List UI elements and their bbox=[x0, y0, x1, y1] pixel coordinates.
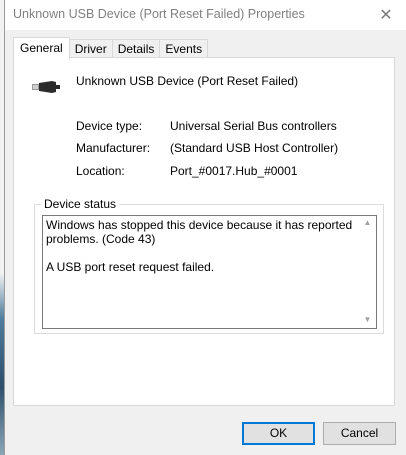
cancel-button[interactable]: Cancel bbox=[323, 422, 396, 445]
location-value: Port_#0017.Hub_#0001 bbox=[170, 164, 298, 178]
properties-dialog: Unknown USB Device (Port Reset Failed) P… bbox=[4, 0, 406, 455]
tab-general[interactable]: General bbox=[13, 37, 70, 60]
manufacturer-label: Manufacturer: bbox=[76, 141, 151, 155]
location-label: Location: bbox=[76, 164, 125, 178]
window-title: Unknown USB Device (Port Reset Failed) P… bbox=[13, 7, 305, 21]
device-type-value: Universal Serial Bus controllers bbox=[170, 119, 337, 133]
device-status-textbox[interactable]: Windows has stopped this device because … bbox=[42, 215, 377, 329]
status-scrollbar[interactable]: ▲ ▼ bbox=[359, 216, 376, 328]
device-type-label: Device type: bbox=[76, 119, 143, 133]
general-tab-panel: Unknown USB Device (Port Reset Failed) D… bbox=[13, 57, 395, 406]
device-status-text: Windows has stopped this device because … bbox=[46, 218, 353, 274]
device-status-legend: Device status bbox=[41, 197, 120, 211]
tab-driver[interactable]: Driver bbox=[68, 39, 113, 59]
scroll-down-icon[interactable]: ▼ bbox=[362, 315, 373, 325]
scroll-up-icon[interactable]: ▲ bbox=[362, 218, 373, 228]
ok-button[interactable]: OK bbox=[242, 422, 315, 445]
usb-connector-icon bbox=[32, 81, 60, 93]
manufacturer-value: (Standard USB Host Controller) bbox=[170, 141, 339, 155]
title-bar[interactable]: Unknown USB Device (Port Reset Failed) P… bbox=[5, 0, 406, 30]
tab-details[interactable]: Details bbox=[111, 39, 161, 59]
device-status-group: Device status Windows has stopped this d… bbox=[34, 197, 384, 334]
tab-events[interactable]: Events bbox=[159, 39, 209, 59]
close-icon: ✕ bbox=[379, 7, 393, 24]
close-button[interactable]: ✕ bbox=[371, 3, 401, 27]
tab-strip: General Driver Details Events bbox=[13, 37, 209, 60]
device-name: Unknown USB Device (Port Reset Failed) bbox=[76, 74, 299, 88]
